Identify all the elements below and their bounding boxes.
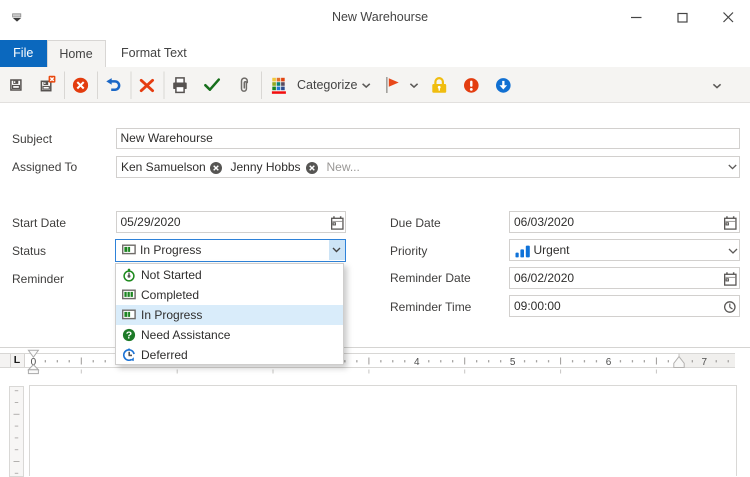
svg-text:?: ? <box>126 329 132 341</box>
svg-text:5: 5 <box>510 357 516 368</box>
svg-text:6: 6 <box>606 357 612 368</box>
svg-text:4: 4 <box>414 357 420 368</box>
svg-text:7: 7 <box>702 357 708 368</box>
